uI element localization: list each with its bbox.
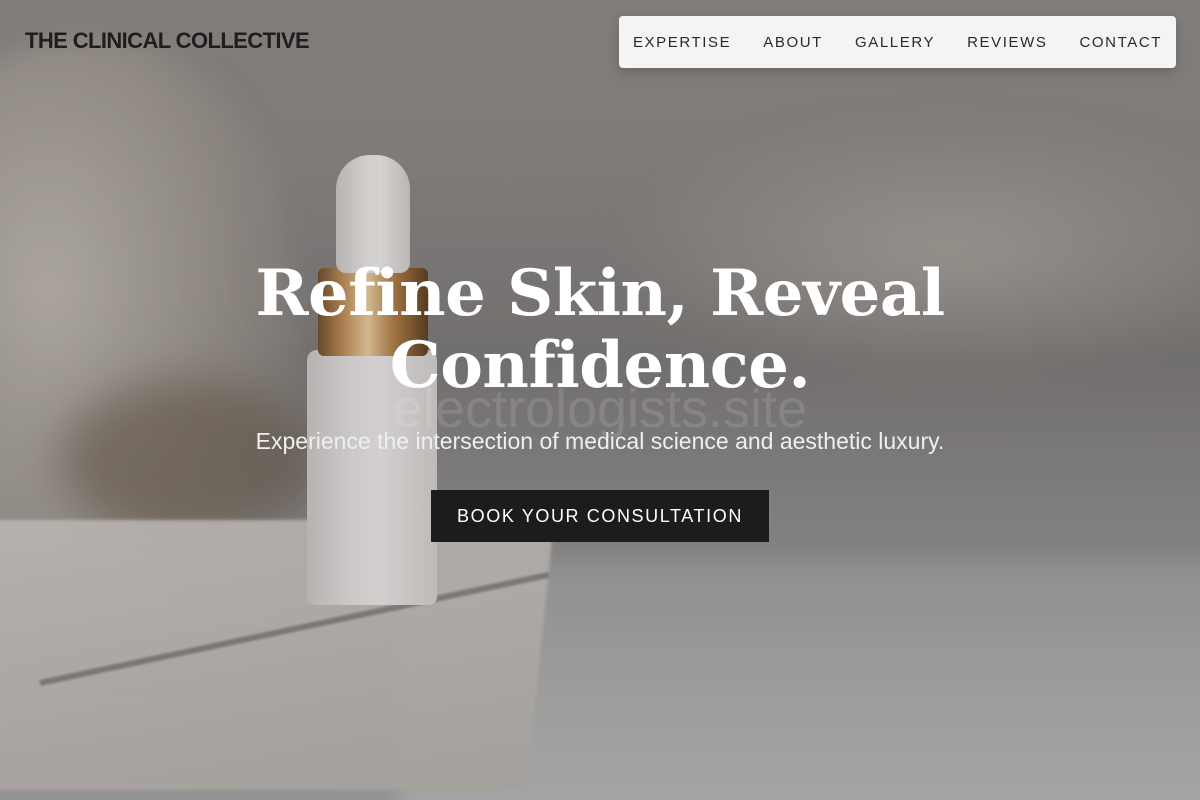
nav-item-about[interactable]: ABOUT — [747, 34, 839, 51]
hero-subtitle: Experience the intersection of medical s… — [255, 428, 945, 454]
nav-item-reviews[interactable]: REVIEWS — [951, 34, 1063, 51]
hero-headline-line-1: Refine Skin, Reveal — [255, 256, 945, 331]
book-consultation-button[interactable]: BOOK YOUR CONSULTATION — [431, 490, 769, 542]
hero-headline-line-2: Confidence. — [389, 328, 811, 403]
nav-item-gallery[interactable]: GALLERY — [839, 34, 951, 51]
nav-item-contact[interactable]: CONTACT — [1063, 34, 1178, 51]
site-logo[interactable]: THE CLINICAL COLLECTIVE — [25, 28, 310, 54]
nav-item-expertise[interactable]: EXPERTISE — [617, 34, 747, 51]
main-nav: EXPERTISE ABOUT GALLERY REVIEWS CONTACT — [619, 16, 1176, 68]
hero-headline: Refine Skin, Reveal Confidence. — [0, 258, 1200, 402]
hero-section: THE CLINICAL COLLECTIVE EXPERTISE ABOUT … — [0, 0, 1200, 800]
